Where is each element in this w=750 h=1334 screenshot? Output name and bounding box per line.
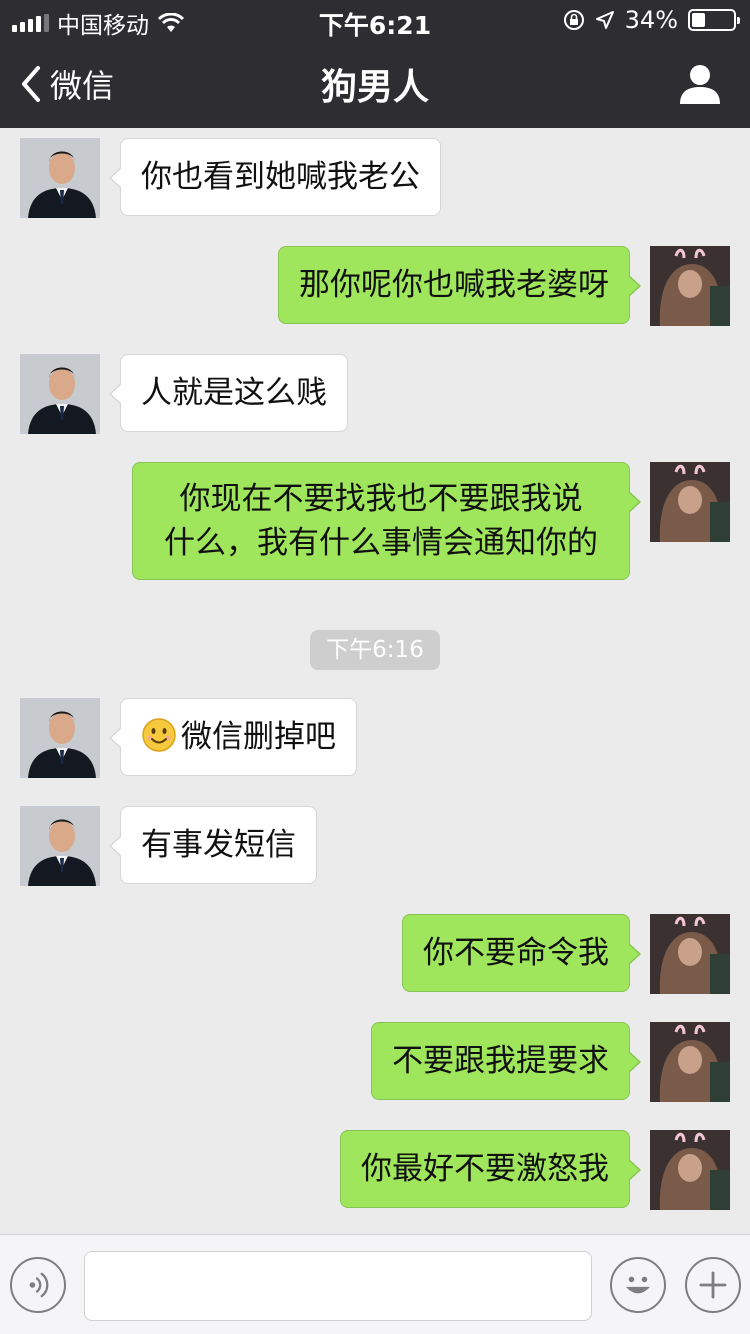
man-avatar-image <box>20 806 100 886</box>
received-message-bubble[interactable]: 人就是这么贱 <box>109 354 348 432</box>
navbar: 微信 狗男人 <box>0 40 750 128</box>
location-arrow-icon <box>595 11 614 29</box>
status-bar: 中国移动 下午6:21 34% <box>0 0 750 40</box>
contact-avatar[interactable] <box>20 698 100 778</box>
received-message-bubble[interactable]: 微信删掉吧 <box>109 698 357 776</box>
man-avatar-image <box>20 138 100 218</box>
message-input[interactable] <box>84 1251 592 1321</box>
message-list[interactable]: 你也看到她喊我老公 那你呢你也喊我老婆呀 人就是这么贱 你现在不要找我也不要跟我… <box>0 128 750 1234</box>
sent-message-bubble[interactable]: 你现在不要找我也不要跟我说 什么，我有什么事情会通知你的 <box>132 462 641 580</box>
battery-percent: 34% <box>624 6 678 34</box>
man-avatar-image <box>20 698 100 778</box>
my-avatar[interactable] <box>650 246 730 326</box>
girl-avatar-image <box>650 1022 730 1102</box>
sent-message-bubble[interactable]: 那你呢你也喊我老婆呀 <box>278 246 641 324</box>
contact-avatar[interactable] <box>20 354 100 434</box>
girl-avatar-image <box>650 462 730 542</box>
smile-emoji-icon <box>142 718 176 752</box>
contact-avatar[interactable] <box>20 138 100 218</box>
emoji-button[interactable] <box>610 1257 666 1313</box>
message-line: 你现在不要找我也不要跟我说 <box>179 481 583 517</box>
time-divider: 下午6:16 <box>0 630 750 670</box>
sent-message-bubble[interactable]: 不要跟我提要求 <box>371 1022 641 1100</box>
plus-icon <box>699 1271 727 1299</box>
more-button[interactable] <box>685 1257 741 1313</box>
girl-avatar-image <box>650 246 730 326</box>
rotation-lock-icon <box>563 10 584 30</box>
man-avatar-image <box>20 354 100 434</box>
profile-icon[interactable] <box>678 62 722 106</box>
girl-avatar-image <box>650 914 730 994</box>
sent-message-bubble[interactable]: 你最好不要激怒我 <box>340 1130 641 1208</box>
my-avatar[interactable] <box>650 462 730 542</box>
chat-title: 狗男人 <box>320 67 429 108</box>
voice-button[interactable] <box>10 1257 66 1313</box>
message-line: 什么，我有什么事情会通知你的 <box>164 525 598 561</box>
my-avatar[interactable] <box>650 1022 730 1102</box>
sent-message-bubble[interactable]: 你不要命令我 <box>402 914 641 992</box>
emoji-icon <box>625 1276 651 1294</box>
my-avatar[interactable] <box>650 914 730 994</box>
voice-icon <box>29 1272 49 1298</box>
battery-icon <box>688 9 740 31</box>
my-avatar[interactable] <box>650 1130 730 1210</box>
timestamp-label: 下午6:16 <box>310 630 440 670</box>
received-message-bubble[interactable]: 有事发短信 <box>109 806 317 884</box>
header: 中国移动 下午6:21 34% 微信 狗男人 <box>0 0 750 128</box>
girl-avatar-image <box>650 1130 730 1210</box>
contact-avatar[interactable] <box>20 806 100 886</box>
message-text: 微信删掉吧 <box>181 719 336 755</box>
input-bar <box>0 1234 750 1334</box>
received-message-bubble[interactable]: 你也看到她喊我老公 <box>109 138 441 216</box>
